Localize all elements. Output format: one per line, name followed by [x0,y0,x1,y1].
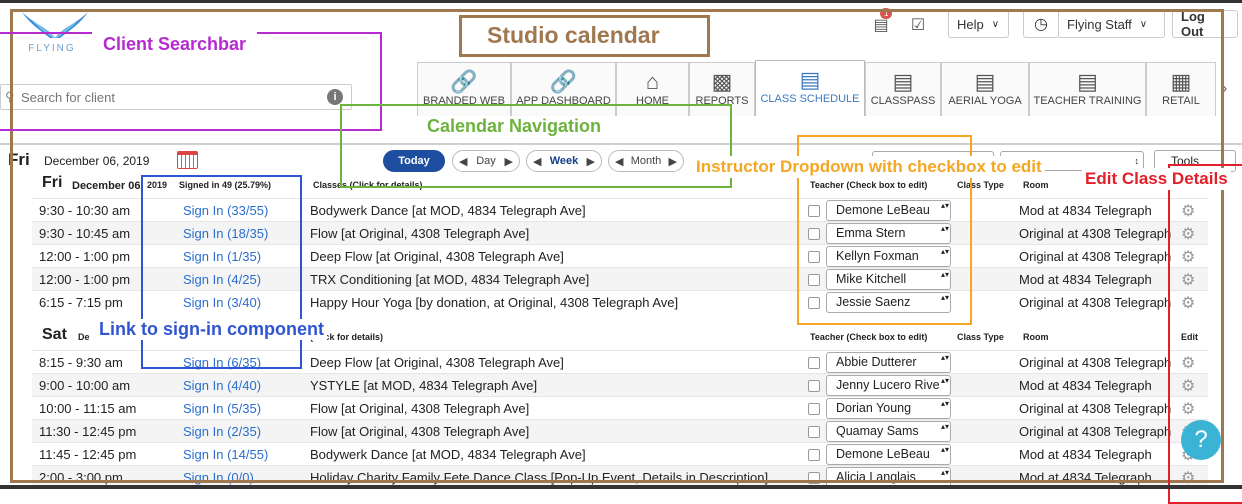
edit-class-details-outline [1168,164,1242,504]
screen-bottom-edge [0,485,1242,489]
calendar-navigation-label: Calendar Navigation [427,116,602,136]
instructor-dropdown-label: Instructor Dropdown with checkbox to edi… [693,156,1045,178]
edit-class-details-label: Edit Class Details [1082,168,1231,190]
studio-calendar-label: Studio calendar [487,22,660,48]
client-searchbar-label: Client Searchbar [92,30,257,80]
signin-link-label: Link to sign-in component [96,319,327,340]
screen-top-edge [0,0,1242,3]
